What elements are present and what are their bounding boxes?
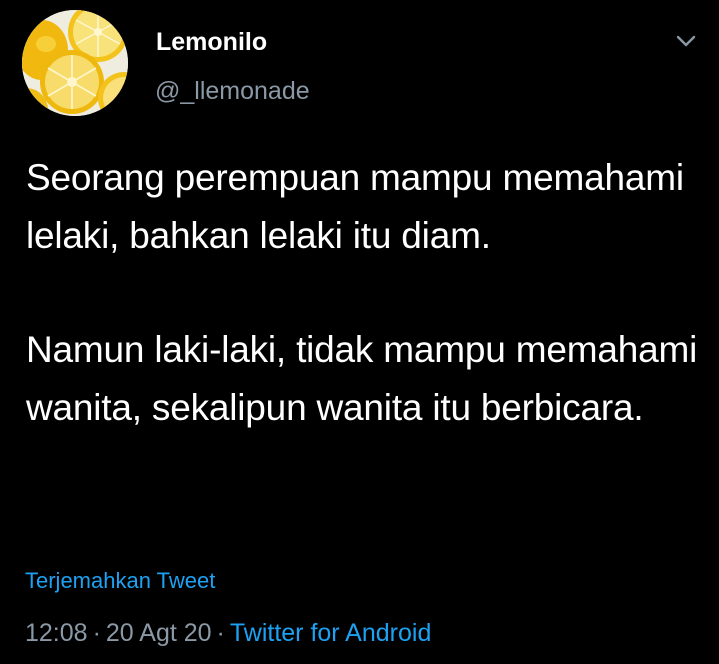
author-display-name[interactable]: Lemonilo (156, 28, 267, 57)
avatar[interactable] (22, 10, 128, 116)
lemon-slices-avatar-icon (22, 10, 128, 116)
tweet-text: Seorang perempuan mampu memahami lelaki,… (26, 149, 706, 436)
chevron-down-icon[interactable] (672, 30, 700, 52)
tweet-source-link[interactable]: Twitter for Android (230, 619, 431, 647)
tweet-time: 12:08 (25, 619, 88, 647)
translate-tweet-link[interactable]: Terjemahkan Tweet (25, 568, 215, 594)
tweet-card: Lemonilo @_llemonade Seorang perempuan m… (0, 0, 719, 664)
tweet-meta: 12:08 · 20 Agt 20 · Twitter for Android (25, 619, 431, 648)
tweet-paragraph-2: Namun laki-laki, tidak mampu memahami wa… (26, 329, 698, 428)
meta-separator: · (216, 619, 225, 647)
author-handle[interactable]: @_llemonade (155, 77, 310, 106)
tweet-paragraph-1: Seorang perempuan mampu memahami lelaki,… (26, 157, 684, 256)
meta-separator: · (92, 619, 101, 647)
tweet-date: 20 Agt 20 (105, 619, 212, 647)
